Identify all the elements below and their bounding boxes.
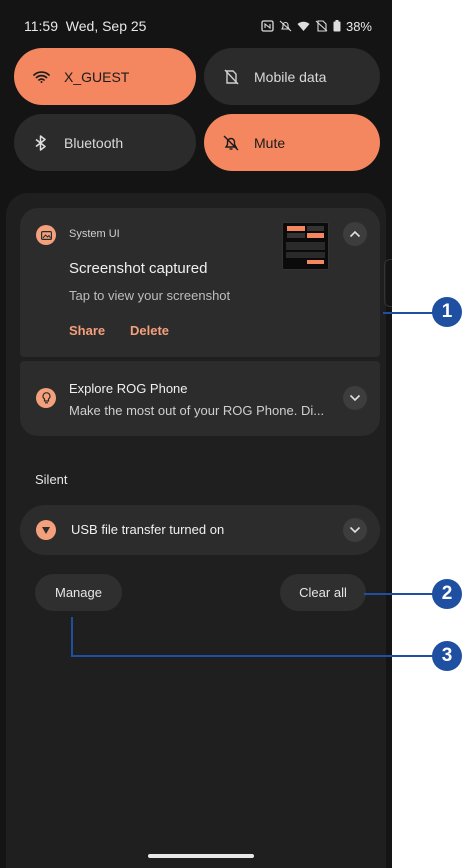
expand-button[interactable] (343, 518, 367, 542)
home-indicator[interactable] (148, 854, 254, 858)
chevron-up-icon (349, 230, 361, 238)
mute-tile[interactable]: Mute (204, 114, 380, 171)
clear-all-button[interactable]: Clear all (280, 574, 366, 611)
no-sim-icon (222, 68, 240, 86)
notification-shade-screen: 11:59 Wed, Sep 25 38% X_GUEST Mobile dat… (0, 0, 392, 868)
status-date: Wed, Sep 25 (65, 18, 147, 34)
bell-off-icon (222, 134, 240, 152)
chevron-down-icon (349, 394, 361, 402)
collapse-button[interactable] (343, 222, 367, 246)
battery-percent: 38% (345, 18, 372, 34)
callout-line-3-vertical (71, 617, 73, 656)
thumbnail-card (286, 242, 325, 250)
mobile-data-tile-label: Mobile data (254, 68, 327, 85)
status-icons: 38% (261, 19, 372, 34)
rog-notification[interactable]: Explore ROG Phone Make the most out of y… (20, 361, 380, 436)
delete-button[interactable]: Delete (130, 323, 169, 338)
thumbnail-tile (307, 260, 324, 264)
mobile-data-tile[interactable]: Mobile data (204, 48, 380, 105)
expand-button[interactable] (343, 386, 367, 410)
battery-icon (333, 20, 341, 32)
wifi-tile-label: X_GUEST (64, 68, 130, 85)
callout-badge-3: 3 (432, 641, 462, 671)
screenshot-notification[interactable]: System UI Screenshot captured Tap to vie… (20, 208, 380, 357)
nfc-icon (261, 20, 274, 32)
callout-line-3-horizontal (71, 655, 433, 657)
rog-body: Make the most out of your ROG Phone. Di.… (69, 403, 325, 418)
mute-tile-label: Mute (254, 134, 286, 151)
thumbnail-card (286, 252, 325, 258)
status-time: 11:59 (24, 18, 58, 34)
callout-badge-1: 1 (432, 297, 462, 327)
usb-icon (36, 520, 56, 540)
thumbnail-tile (287, 226, 305, 231)
wifi-icon (297, 21, 310, 31)
share-button[interactable]: Share (69, 323, 105, 338)
thumbnail-tile (287, 233, 305, 238)
no-sim-icon (315, 20, 328, 32)
image-icon (36, 225, 56, 245)
screenshot-body: Tap to view your screenshot (69, 288, 231, 303)
screenshot-thumbnail[interactable] (282, 222, 329, 270)
status-left: 11:59 Wed, Sep 25 (24, 18, 146, 34)
status-bar: 11:59 Wed, Sep 25 38% (24, 16, 372, 36)
chevron-down-icon (349, 526, 361, 534)
thumbnail-tile (307, 226, 324, 231)
callout-line-2 (364, 593, 433, 595)
usb-notification[interactable]: USB file transfer turned on (20, 505, 380, 555)
edge-handle[interactable] (384, 259, 392, 307)
bluetooth-tile-label: Bluetooth (64, 134, 124, 151)
manage-button[interactable]: Manage (35, 574, 122, 611)
callout-badge-2: 2 (432, 579, 462, 609)
silent-section-header: Silent (35, 472, 68, 487)
callout-line-1 (383, 312, 433, 314)
screenshot-app-name: System UI (69, 228, 120, 240)
thumbnail-tile (307, 233, 324, 238)
usb-title: USB file transfer turned on (71, 522, 225, 537)
dnd-off-icon (279, 20, 292, 32)
wifi-icon (32, 68, 50, 86)
rog-title: Explore ROG Phone (69, 381, 188, 396)
bluetooth-icon (32, 134, 50, 152)
wifi-tile[interactable]: X_GUEST (14, 48, 196, 105)
lightbulb-icon (36, 388, 56, 408)
screenshot-title: Screenshot captured (69, 260, 208, 277)
bluetooth-tile[interactable]: Bluetooth (14, 114, 196, 171)
